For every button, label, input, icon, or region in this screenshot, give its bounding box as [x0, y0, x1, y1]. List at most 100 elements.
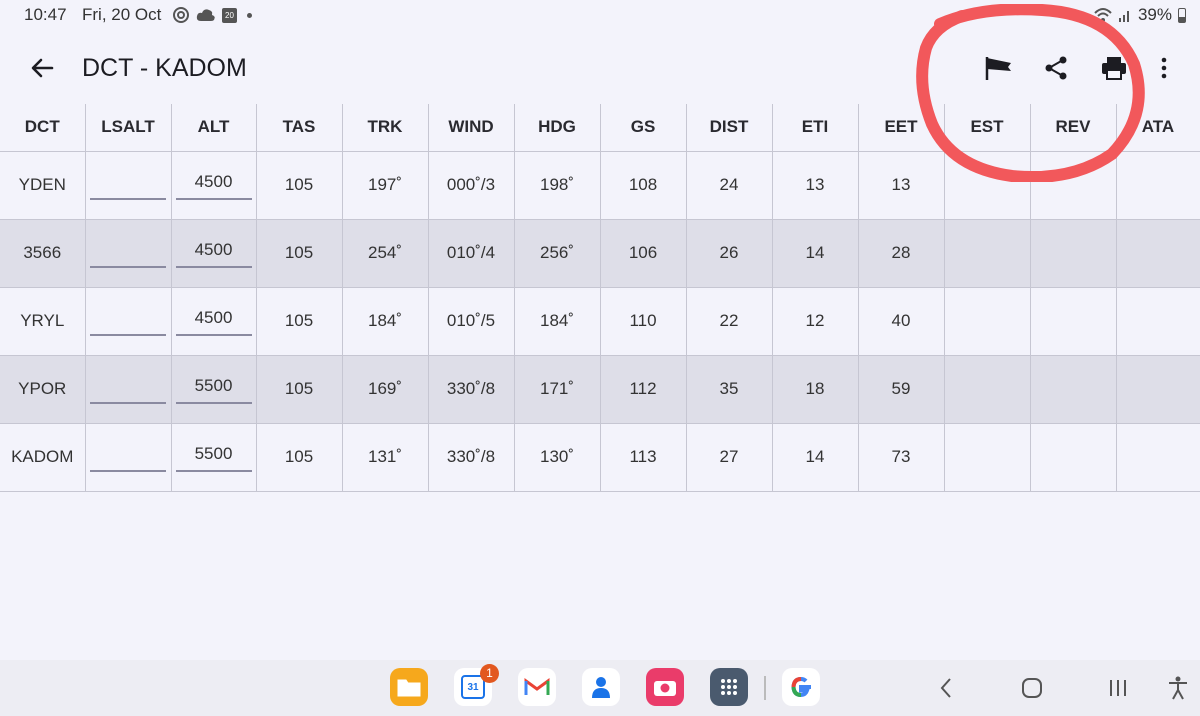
cell-lsalt[interactable]: [85, 355, 172, 424]
table-row[interactable]: YRYL 4500 105 184˚ 010˚/5 184˚ 110 22 12…: [0, 287, 1200, 356]
alt-input[interactable]: 4500: [175, 170, 252, 200]
nav-recents-button[interactable]: [1104, 674, 1132, 702]
recents-icon: [1110, 680, 1126, 696]
cell-rev[interactable]: [1030, 287, 1117, 356]
column-header-trk[interactable]: TRK: [342, 104, 429, 152]
cell-tas: 105: [256, 423, 343, 492]
taskbar: 31 1: [0, 660, 1200, 716]
column-header-tas[interactable]: TAS: [256, 104, 343, 152]
alt-input[interactable]: 4500: [175, 306, 252, 336]
cell-lsalt[interactable]: [85, 151, 172, 220]
app-drawer[interactable]: [710, 668, 748, 706]
cell-dct: YDEN: [0, 151, 86, 220]
accessibility-icon: [1169, 676, 1187, 700]
cell-eti: 14: [772, 423, 859, 492]
share-button[interactable]: [1038, 50, 1074, 86]
lsalt-input[interactable]: [90, 374, 166, 404]
back-button[interactable]: [26, 52, 58, 84]
column-header-gs[interactable]: GS: [600, 104, 687, 152]
cell-alt[interactable]: 4500: [171, 219, 257, 288]
app-drawer-icon: [721, 679, 737, 695]
home-icon: [1022, 678, 1042, 698]
camera-app[interactable]: [646, 668, 684, 706]
cell-eet: 73: [858, 423, 945, 492]
cell-trk: 197˚: [342, 151, 429, 220]
google-app[interactable]: [782, 668, 820, 706]
nav-back-button[interactable]: [932, 674, 960, 702]
cell-lsalt[interactable]: [85, 423, 172, 492]
cell-dct: YRYL: [0, 287, 86, 356]
cell-ata[interactable]: [1116, 219, 1200, 288]
nav-accessibility-button[interactable]: [1164, 674, 1192, 702]
table-row[interactable]: YDEN 4500 105 197˚ 000˚/3 198˚ 108 24 13…: [0, 151, 1200, 220]
cell-est[interactable]: [944, 219, 1031, 288]
contacts-app[interactable]: [582, 668, 620, 706]
cell-est[interactable]: [944, 355, 1031, 424]
cell-gs: 108: [600, 151, 687, 220]
contacts-icon: [592, 677, 610, 698]
lsalt-input[interactable]: [90, 306, 166, 336]
cell-rev[interactable]: [1030, 423, 1117, 492]
cell-est[interactable]: [944, 287, 1031, 356]
cell-rev[interactable]: [1030, 219, 1117, 288]
column-header-wind[interactable]: WIND: [428, 104, 515, 152]
alt-input[interactable]: 4500: [175, 238, 252, 268]
print-icon: [1102, 57, 1126, 80]
column-header-dct[interactable]: DCT: [0, 104, 86, 152]
camera-icon: [654, 681, 676, 696]
lsalt-input[interactable]: [90, 442, 166, 472]
cell-est[interactable]: [944, 151, 1031, 220]
cell-alt[interactable]: 4500: [171, 151, 257, 220]
cell-est[interactable]: [944, 423, 1031, 492]
cell-alt[interactable]: 5500: [171, 423, 257, 492]
lsalt-input[interactable]: [90, 170, 166, 200]
cell-ata[interactable]: [1116, 423, 1200, 492]
column-header-eet[interactable]: EET: [858, 104, 945, 152]
gmail-app[interactable]: [518, 668, 556, 706]
cell-dist: 35: [686, 355, 773, 424]
column-header-est[interactable]: EST: [944, 104, 1031, 152]
column-header-eti[interactable]: ETI: [772, 104, 859, 152]
cell-lsalt[interactable]: [85, 219, 172, 288]
cell-alt[interactable]: 4500: [171, 287, 257, 356]
table-row[interactable]: 3566 4500 105 254˚ 010˚/4 256˚ 106 26 14…: [0, 219, 1200, 288]
cell-trk: 184˚: [342, 287, 429, 356]
cell-dist: 22: [686, 287, 773, 356]
notification-icons: 20: [172, 6, 252, 24]
cell-hdg: 130˚: [514, 423, 601, 492]
cell-tas: 105: [256, 355, 343, 424]
cell-eet: 13: [858, 151, 945, 220]
cell-rev[interactable]: [1030, 355, 1117, 424]
column-header-dist[interactable]: DIST: [686, 104, 773, 152]
cell-ata[interactable]: [1116, 287, 1200, 356]
column-header-alt[interactable]: ALT: [171, 104, 257, 152]
table-row[interactable]: KADOM 5500 105 131˚ 330˚/8 130˚ 113 27 1…: [0, 423, 1200, 492]
column-header-rev[interactable]: REV: [1030, 104, 1117, 152]
print-button[interactable]: [1096, 50, 1132, 86]
column-header-ata[interactable]: ATA: [1116, 104, 1200, 152]
alt-input[interactable]: 5500: [175, 374, 252, 404]
cell-ata[interactable]: [1116, 151, 1200, 220]
cell-gs: 106: [600, 219, 687, 288]
my-files-app[interactable]: [390, 668, 428, 706]
cell-tas: 105: [256, 219, 343, 288]
cell-rev[interactable]: [1030, 151, 1117, 220]
nav-home-button[interactable]: [1018, 674, 1046, 702]
cell-tas: 105: [256, 287, 343, 356]
battery-icon: [1178, 7, 1186, 23]
table-row[interactable]: YPOR 5500 105 169˚ 330˚/8 171˚ 112 35 18…: [0, 355, 1200, 424]
cell-ata[interactable]: [1116, 355, 1200, 424]
status-time: 10:47: [24, 5, 67, 24]
cell-gs: 112: [600, 355, 687, 424]
alt-input[interactable]: 5500: [175, 442, 252, 472]
column-header-hdg[interactable]: HDG: [514, 104, 601, 152]
cell-eet: 59: [858, 355, 945, 424]
more-vert-icon: [1161, 57, 1167, 79]
cell-lsalt[interactable]: [85, 287, 172, 356]
cell-dist: 26: [686, 219, 773, 288]
wind-button[interactable]: [980, 50, 1016, 86]
overflow-menu-button[interactable]: [1146, 50, 1182, 86]
lsalt-input[interactable]: [90, 238, 166, 268]
cell-alt[interactable]: 5500: [171, 355, 257, 424]
column-header-lsalt[interactable]: LSALT: [85, 104, 172, 152]
